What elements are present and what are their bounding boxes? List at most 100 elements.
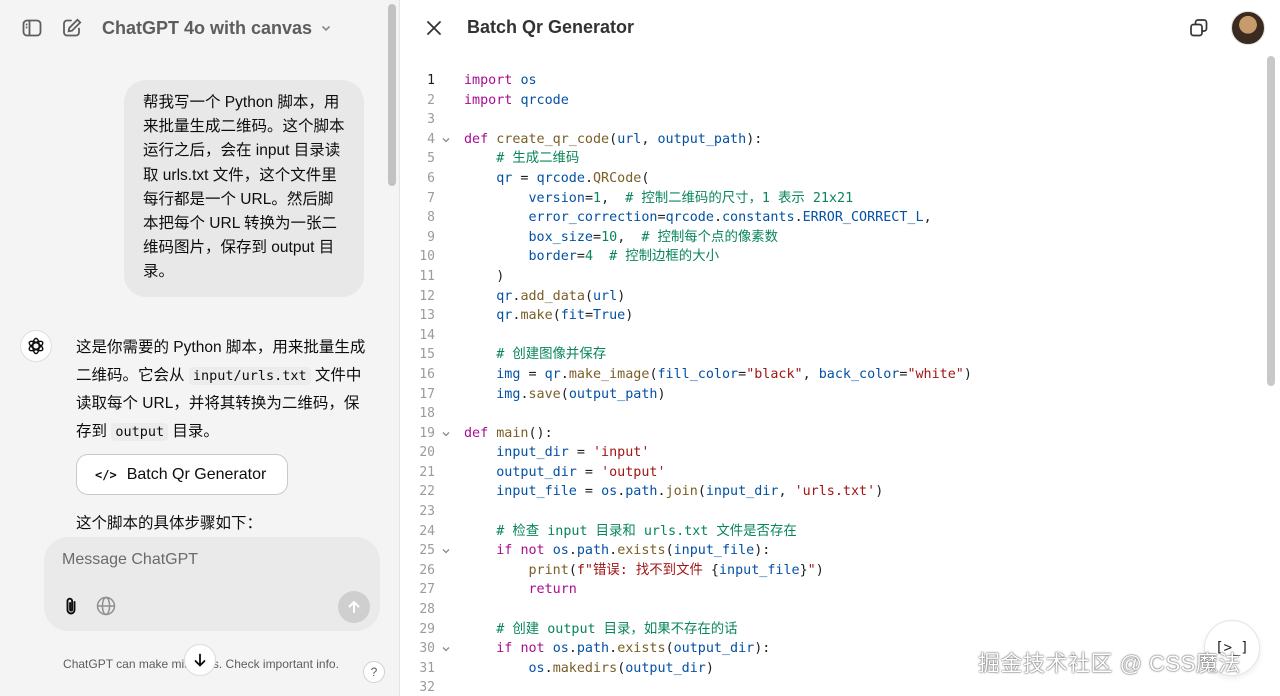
line-number: 31 [419,660,435,676]
fold-chevron-icon[interactable] [441,644,451,654]
arrow-down-icon [194,653,206,667]
code-line[interactable]: 11 ) [401,267,1280,287]
code-line[interactable]: 17 img.save(output_path) [401,385,1280,405]
line-number: 14 [419,327,435,343]
fold-chevron-icon[interactable] [441,135,451,145]
fold-chevron-icon[interactable] [441,429,451,439]
close-icon [427,21,441,35]
line-number: 16 [419,366,435,382]
paperclip-icon [66,597,76,615]
line-number: 5 [427,151,435,167]
code-text: # 创建 output 目录，如果不存在的话 [496,621,738,637]
message-input[interactable] [62,551,352,569]
line-number: 12 [419,288,435,304]
code-line[interactable]: 23 [401,502,1280,522]
copy-icon [1190,19,1208,37]
line-number: 6 [427,170,435,186]
code-line[interactable]: 10 border=4 # 控制边框的大小 [401,247,1280,267]
code-line[interactable]: 15 # 创建图像并保存 [401,345,1280,365]
globe-icon [96,596,116,616]
canvas-title: Batch Qr Generator [467,17,635,37]
copy-button[interactable] [1187,16,1211,40]
code-line[interactable]: 28 [401,600,1280,620]
sidebar-icon [22,19,42,37]
line-number: 18 [419,406,435,422]
chat-scrollbar-thumb[interactable] [388,4,396,186]
code-line[interactable]: 26 print(f"错误: 找不到文件 {input_file}") [401,561,1280,581]
code-text: output_dir = 'output' [496,464,666,480]
code-line[interactable]: 8 error_correction=qrcode.constants.ERRO… [401,208,1280,228]
attach-button[interactable] [60,595,82,617]
code-text: return [528,582,577,598]
code-line[interactable]: 25 if not os.path.exists(input_file): [401,541,1280,561]
code-text: img.save(output_path) [496,386,666,402]
code-line[interactable]: 22 input_file = os.path.join(input_dir, … [401,482,1280,502]
code-line[interactable]: 6 qr = qrcode.QRCode( [401,169,1280,189]
code-text: box_size=10, # 控制每个点的像素数 [528,229,779,245]
line-number: 21 [419,464,435,480]
code-text: qr = qrcode.QRCode( [496,170,650,186]
scroll-to-bottom-button[interactable] [184,644,216,676]
line-number: 19 [419,425,435,441]
steps-intro-text: 这个脚本的具体步骤如下： [76,515,263,532]
close-canvas-button[interactable] [421,15,447,41]
line-number: 25 [419,543,435,559]
code-line[interactable]: 5 # 生成二维码 [401,149,1280,169]
code-line[interactable]: 2 import qrcode [401,91,1280,111]
openai-logo-icon [28,337,44,355]
code-line[interactable]: 24 # 检查 input 目录和 urls.txt 文件是否存在 [401,522,1280,542]
user-message-bubble: 帮我写一个 Python 脚本，用来批量生成二维码。这个脚本运行之后，会在 in… [124,80,364,297]
code-text: def main(): [464,425,553,441]
code-text: # 检查 input 目录和 urls.txt 文件是否存在 [496,523,797,539]
code-icon: </> [95,467,117,482]
code-line[interactable]: 20 input_dir = 'input' [401,443,1280,463]
code-line[interactable]: 1 import os [401,71,1280,91]
code-editor[interactable]: 1 import os 2 import qrcode 3 4 def create_qr_… [401,71,1280,696]
code-line[interactable]: 14 [401,326,1280,346]
code-scrollbar-thumb[interactable] [1267,56,1275,386]
message-composer [44,537,380,631]
code-line[interactable]: 3 [401,110,1280,130]
fold-chevron-icon[interactable] [441,546,451,556]
code-text: def create_qr_code(url, output_path): [464,131,763,147]
code-text: ) [464,268,505,284]
code-text: qr.make(fit=True) [496,308,634,324]
sidebar-toggle-button[interactable] [18,14,46,42]
code-text: input_dir = 'input' [496,445,650,461]
line-number: 28 [419,602,435,618]
line-number: 29 [419,621,435,637]
code-line[interactable]: 16 img = qr.make_image(fill_color="black… [401,365,1280,385]
new-chat-button[interactable] [58,14,86,42]
code-text: os.makedirs(output_dir) [528,660,714,676]
code-text: import qrcode [464,92,569,108]
line-number: 8 [427,210,435,226]
line-number: 30 [419,641,435,657]
line-number: 24 [419,523,435,539]
model-selector[interactable]: ChatGPT 4o with canvas [102,18,332,39]
code-text: qr.add_data(url) [496,288,626,304]
code-line[interactable]: 29 # 创建 output 目录，如果不存在的话 [401,620,1280,640]
send-button[interactable] [338,591,370,623]
code-line[interactable]: 4 def create_qr_code(url, output_path): [401,130,1280,150]
help-button[interactable]: ? [363,661,385,683]
code-text: # 生成二维码 [496,151,580,167]
line-number: 23 [419,504,435,520]
web-search-button[interactable] [95,595,117,617]
line-number: 7 [427,190,435,206]
code-line[interactable]: 7 version=1, # 控制二维码的尺寸，1 表示 21x21 [401,189,1280,209]
code-line[interactable]: 12 qr.add_data(url) [401,287,1280,307]
chat-pane: ChatGPT 4o with canvas 帮我写一个 Python 脚本，用… [0,0,400,696]
user-avatar[interactable] [1231,11,1265,45]
open-canvas-button[interactable]: </> Batch Qr Generator [76,454,288,495]
code-line[interactable]: 27 return [401,580,1280,600]
code-line[interactable]: 13 qr.make(fit=True) [401,306,1280,326]
line-number: 11 [419,268,435,284]
chevron-down-icon [321,25,331,32]
code-line[interactable]: 21 output_dir = 'output' [401,463,1280,483]
line-number: 15 [419,347,435,363]
code-line[interactable]: 9 box_size=10, # 控制每个点的像素数 [401,228,1280,248]
code-line[interactable]: 19 def main(): [401,424,1280,444]
line-number: 17 [419,386,435,402]
code-line[interactable]: 32 [401,678,1280,696]
code-line[interactable]: 18 [401,404,1280,424]
